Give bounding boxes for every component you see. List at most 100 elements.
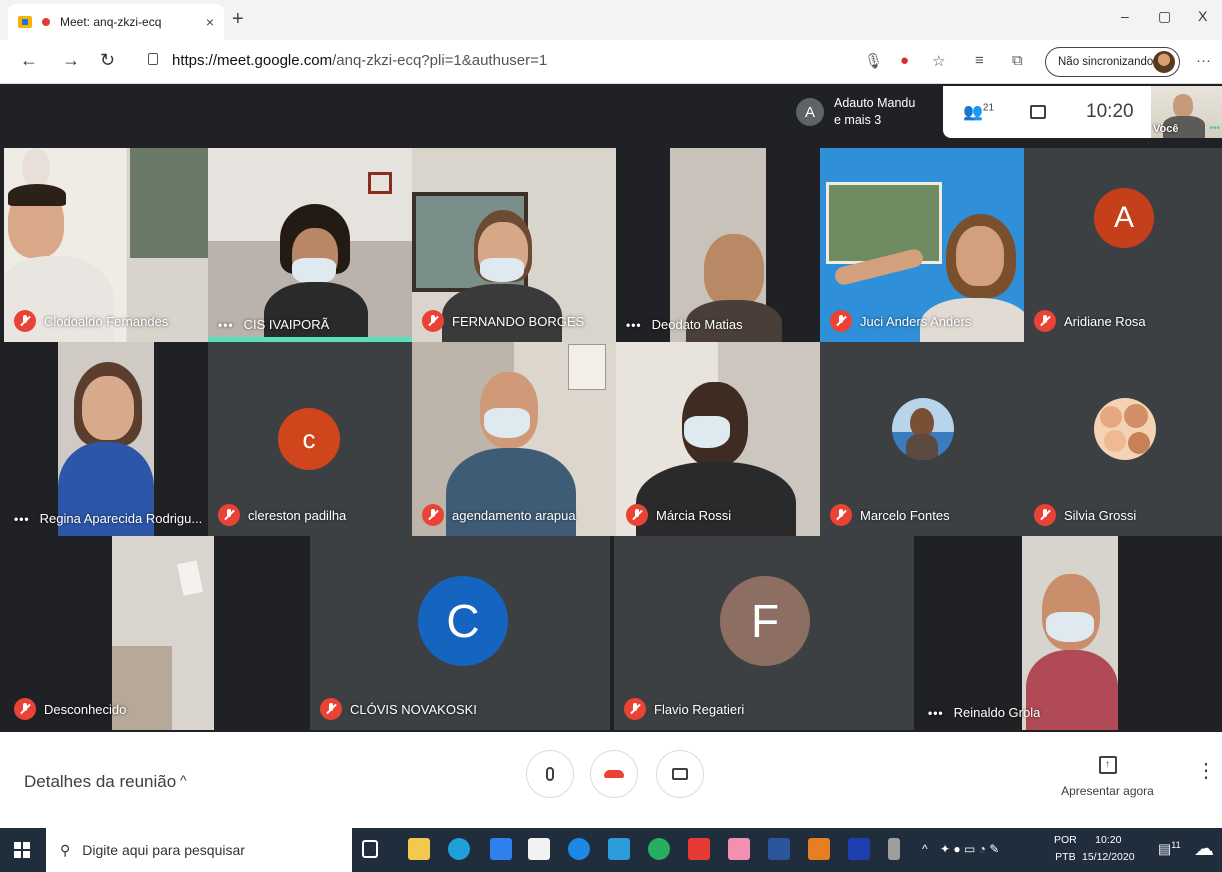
meet-grid: A Adauto Mandu e mais 3 👥21 10:20 Você •… [0,84,1222,732]
store-icon[interactable] [528,838,550,860]
tray-overflow-icon[interactable]: ^ [922,842,928,856]
favorites-list-icon[interactable]: ≡ [975,52,984,69]
word-icon[interactable] [768,838,790,860]
participant-tile[interactable]: c clereston padilha [208,342,412,536]
mic-off-icon [14,698,36,720]
present-now-button[interactable]: ↑ Apresentar agora [1060,752,1155,798]
collections-icon[interactable]: ⧉ [1012,52,1023,69]
tab-close-icon[interactable]: × [206,14,214,30]
sync-status-button[interactable]: Não sincronizando [1045,47,1180,77]
refresh-icon[interactable]: ↻ [100,50,115,71]
task-view-icon[interactable] [362,840,378,858]
browser-tab[interactable]: Meet: anq-zkzi-ecq × [8,4,224,40]
file-explorer-icon[interactable] [408,838,430,860]
internet-explorer-icon[interactable] [608,838,630,860]
taskbar-search[interactable]: ⚲ Digite aqui para pesquisar [46,828,352,872]
maximize-button[interactable]: ▢ [1158,8,1171,25]
lock-icon[interactable] [148,53,158,65]
url-host: https://meet.google.com [172,52,333,69]
participant-name: Márcia Rossi [656,507,732,523]
address-bar-row: ← → ↻ https://meet.google.com/anq-zkzi-e… [0,40,1222,84]
participant-tile[interactable]: ••• CIS IVAIPORÃ [208,148,412,342]
people-button[interactable]: 👥21 [963,102,994,122]
more-options-icon[interactable]: ⋮ [1196,761,1216,781]
participant-name: CLÓVIS NOVAKOSKI [350,701,477,717]
new-tab-button[interactable]: + [232,8,244,31]
location-icon[interactable]: ● [900,52,909,69]
app-icon[interactable] [648,838,670,860]
mic-off-icon [1034,504,1056,526]
participant-tile[interactable]: agendamento arapua [412,342,616,536]
participant-name: Aridiane Rosa [1064,313,1146,329]
participant-tile[interactable]: FERNANDO BORGES [412,148,616,342]
profile-avatar [1153,51,1175,73]
winrar-icon[interactable] [808,838,830,860]
participant-photo [892,398,954,460]
clock-date: 15/12/2020 [1082,851,1135,863]
tray-icons[interactable]: ✦ ● ▭ ◔ ✎ [940,842,999,856]
presenter-name: Adauto Mandu [834,96,916,110]
leave-call-button[interactable] [590,750,638,798]
more-options-icon: ••• [626,317,642,332]
self-more-icon[interactable]: ••• [1209,123,1220,134]
app-icon[interactable] [728,838,750,860]
mic-off-icon [1034,310,1056,332]
windows-start-icon[interactable] [14,842,30,858]
minimize-button[interactable]: – [1121,8,1129,24]
participant-name: Marcelo Fontes [860,507,950,523]
close-window-button[interactable]: X [1198,8,1207,24]
notifications-icon[interactable]: ▤11 [1158,840,1181,858]
presenting-info[interactable]: A Adauto Mandu e mais 3 [788,86,943,138]
language-indicator[interactable]: POR PTB [1054,832,1077,866]
skype-icon[interactable] [568,838,590,860]
back-arrow-icon[interactable]: ← [20,50,38,71]
participant-tile[interactable]: A Aridiane Rosa [1024,148,1222,342]
participant-tile[interactable]: C CLÓVIS NOVAKOSKI [310,536,610,730]
meeting-controls-bar: Detalhes da reunião ^ ↑ Apresentar agora… [0,732,1222,828]
mic-off-icon [830,310,852,332]
people-count: 21 [982,102,995,114]
forward-arrow-icon[interactable]: → [62,50,80,71]
chat-icon[interactable] [1030,105,1047,119]
participant-tile[interactable]: F Flavio Regatieri [614,536,914,730]
participant-tile[interactable]: ••• Regina Aparecida Rodrigu... [4,342,208,536]
language-code: POR [1054,834,1077,846]
participant-tile[interactable]: Desconhecido [4,536,214,730]
notification-count: 11 [1171,840,1181,850]
participant-tile[interactable]: Márcia Rossi [616,342,820,536]
self-view-tile[interactable]: Você ••• [1151,86,1222,138]
favorite-star-icon[interactable]: ☆ [932,52,945,70]
camera-icon [672,768,688,780]
participant-tile[interactable]: Marcelo Fontes [820,342,1024,536]
browser-menu-icon[interactable]: ··· [1196,52,1211,69]
participant-tile[interactable]: ••• Reinaldo Grola [918,536,1218,730]
usb-icon[interactable] [888,838,900,860]
participant-name: Deodato Matias [651,317,743,332]
camera-toggle-button[interactable] [656,750,704,798]
microphone-icon[interactable]: 🎙 [864,52,883,70]
participant-tile[interactable]: Juci Anders Anders [820,148,1024,342]
mail-icon[interactable] [490,838,512,860]
chevron-up-icon[interactable]: ^ [180,772,187,788]
mic-off-icon [320,698,342,720]
weather-icon[interactable]: ☁ [1194,836,1214,861]
edge-icon[interactable] [448,838,470,860]
participant-tile[interactable]: Silvia Grossi [1024,342,1222,536]
acrobat-icon[interactable] [688,838,710,860]
taskbar-clock[interactable]: 10:20 15/12/2020 [1082,832,1135,866]
url-field[interactable]: https://meet.google.com/anq-zkzi-ecq?pli… [172,52,547,69]
self-label: Você [1153,123,1179,135]
mic-toggle-button[interactable] [526,750,574,798]
browser-tab-bar: Meet: anq-zkzi-ecq × + – ▢ X [0,0,1222,40]
participant-name: FERNANDO BORGES [452,313,585,329]
participant-tile[interactable]: Clodoaldo Fernandes [4,148,208,342]
meeting-details-button[interactable]: Detalhes da reunião [24,772,176,792]
mic-off-icon [422,504,444,526]
participant-name: clereston padilha [248,507,347,523]
participant-avatar: C [418,576,508,666]
microphone-icon [546,767,554,781]
participant-tile[interactable]: ••• Deodato Matias [616,148,820,342]
app-icon[interactable] [848,838,870,860]
meeting-clock: 10:20 [1086,101,1134,122]
participant-avatar: A [1094,188,1154,248]
